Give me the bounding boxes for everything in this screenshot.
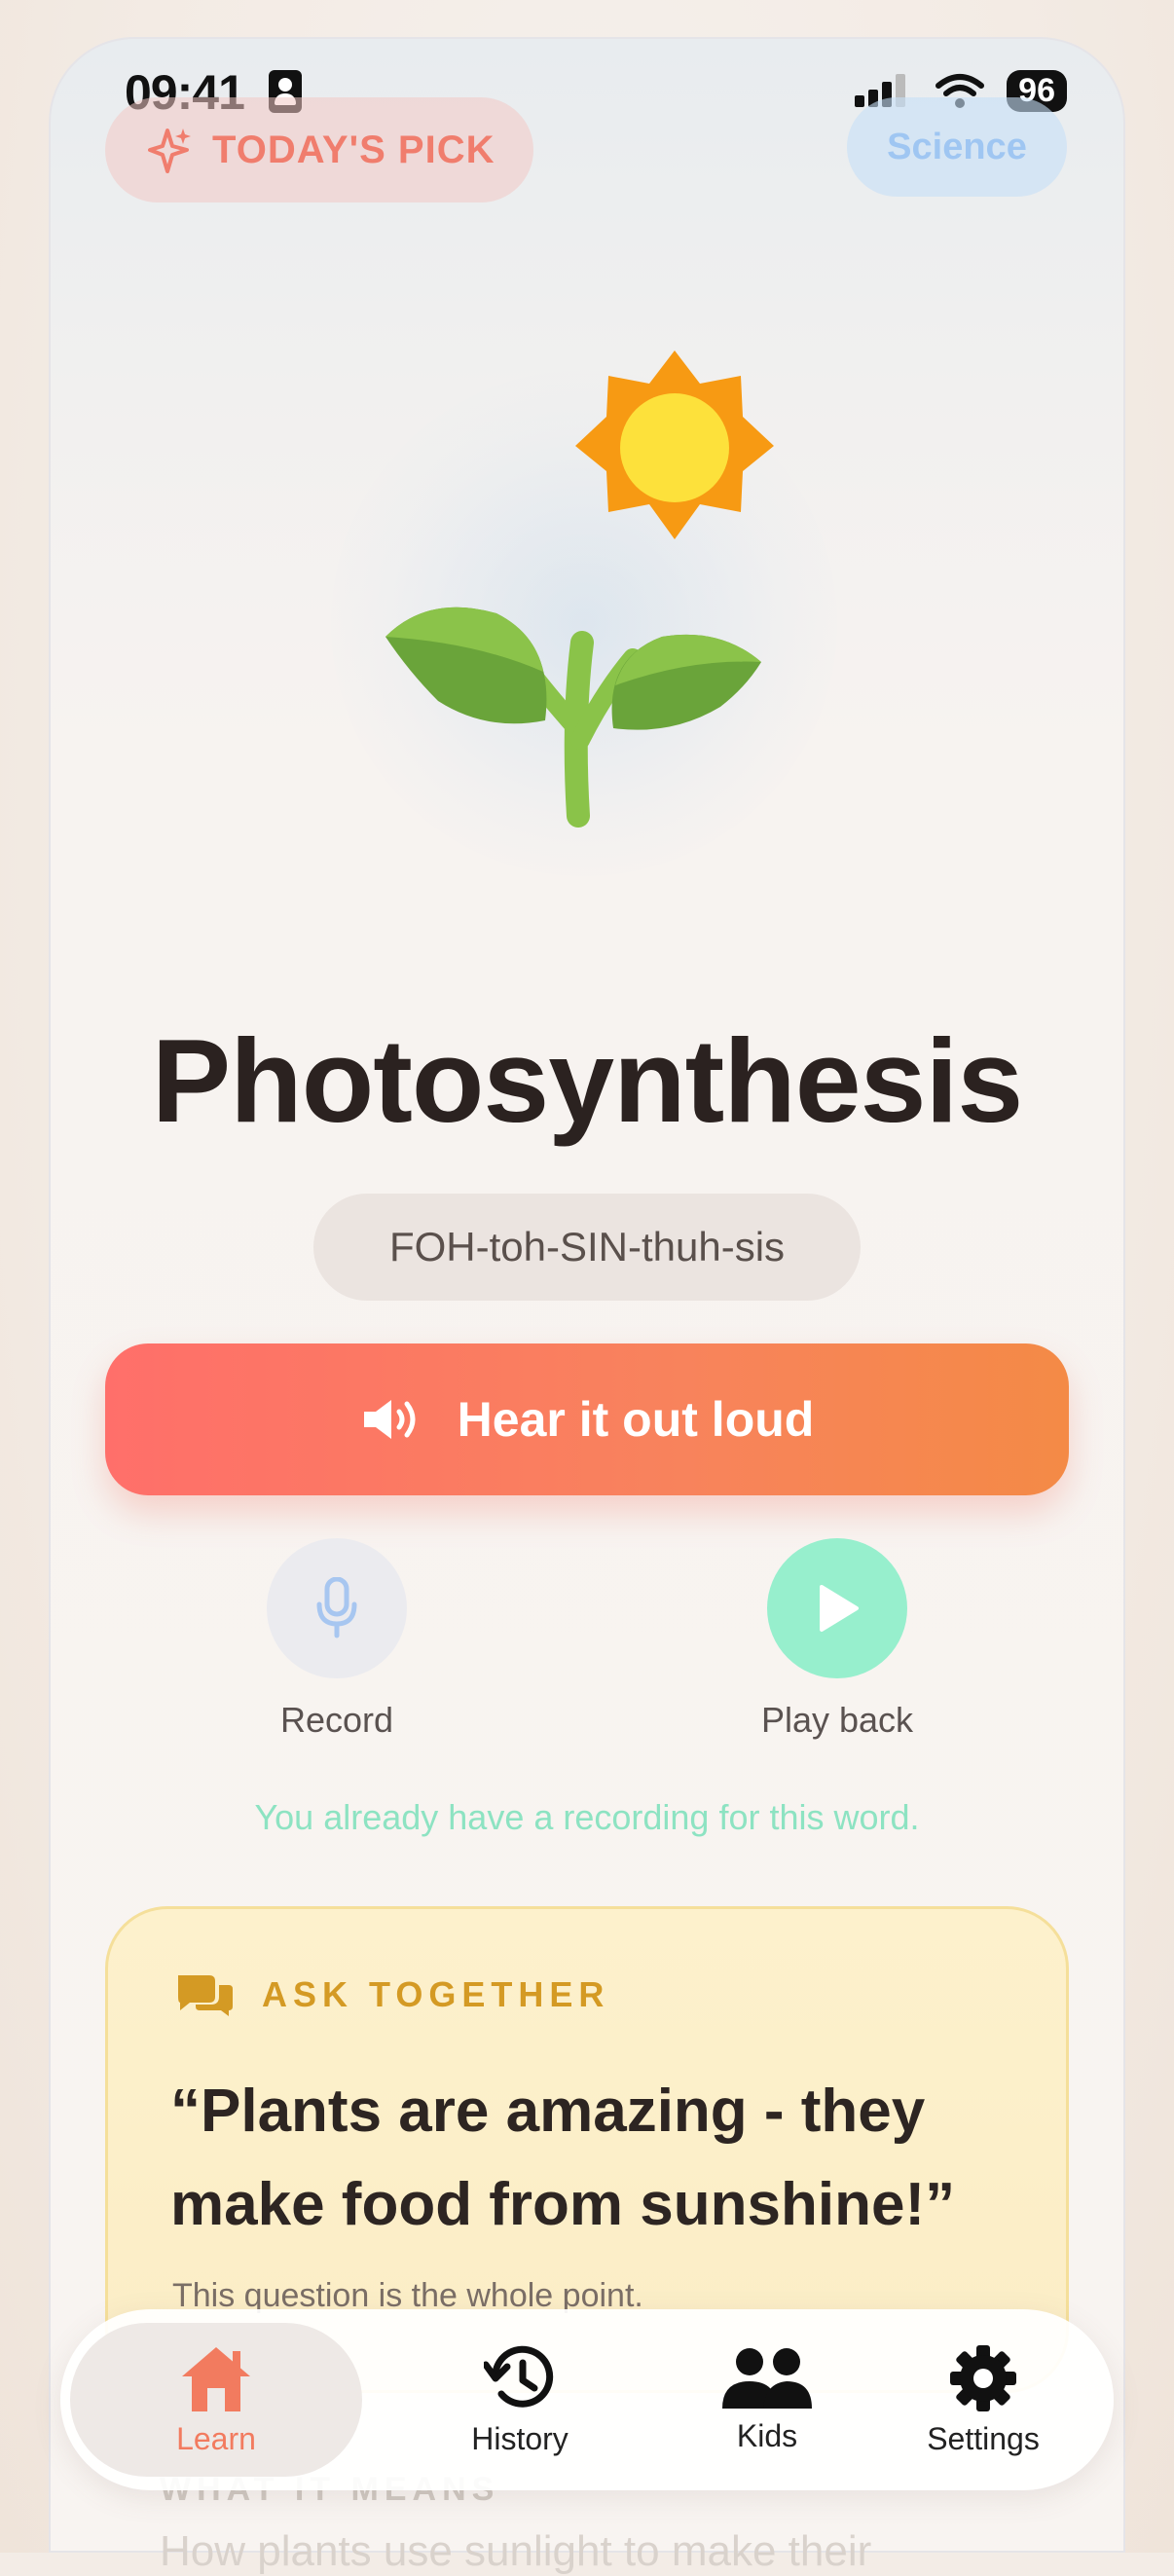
record-button[interactable] (267, 1538, 407, 1678)
sprout-icon (385, 607, 761, 828)
ask-together-label: ASK TOGETHER (262, 1974, 610, 2014)
tab-kids[interactable]: Kids (650, 2323, 884, 2477)
definition-text: How plants use sunlight to make their (160, 2527, 872, 2575)
ask-together-header: ASK TOGETHER (174, 1971, 609, 2018)
word-title: Photosynthesis (151, 1014, 1023, 1147)
tab-history-label: History (471, 2420, 569, 2456)
hear-button-label: Hear it out loud (457, 1392, 815, 1447)
home-icon (182, 2346, 250, 2411)
todays-pick-badge: TODAY'S PICK (105, 97, 533, 202)
tab-history[interactable]: History (403, 2323, 637, 2477)
play-back-label: Play back (760, 1700, 914, 1740)
sun-icon (575, 350, 774, 539)
play-icon (820, 1585, 859, 1632)
tab-kids-label: Kids (736, 2417, 798, 2453)
tab-bar: Learn History Kids Settings (60, 2309, 1114, 2490)
gear-icon (950, 2344, 1016, 2411)
history-icon (484, 2345, 554, 2408)
sparkle-icon (148, 129, 191, 173)
recording-status-note: You already have a recording for this wo… (254, 1797, 920, 1837)
tab-learn[interactable]: Learn (70, 2323, 362, 2477)
tab-settings-label: Settings (927, 2420, 1040, 2456)
category-label: Science (887, 126, 1027, 167)
todays-pick-label: TODAY'S PICK (212, 128, 495, 171)
ask-together-quote: “Plants are amazing - they make food fro… (170, 2078, 956, 2238)
chat-bubbles-icon (178, 1975, 233, 2016)
tab-settings[interactable]: Settings (866, 2323, 1100, 2477)
kids-icon (722, 2347, 812, 2409)
pronunciation-pill: FOH-toh-SIN-thuh-sis (313, 1194, 861, 1301)
tab-learn-label: Learn (176, 2420, 256, 2456)
play-back-button[interactable] (767, 1538, 907, 1678)
hear-it-out-loud-button[interactable]: Hear it out loud (105, 1343, 1069, 1495)
speaker-icon (363, 1400, 416, 1439)
record-label: Record (279, 1700, 394, 1740)
microphone-icon (316, 1577, 357, 1638)
sprout-sun-illustration (385, 350, 774, 828)
category-badge[interactable]: Science (847, 97, 1067, 197)
